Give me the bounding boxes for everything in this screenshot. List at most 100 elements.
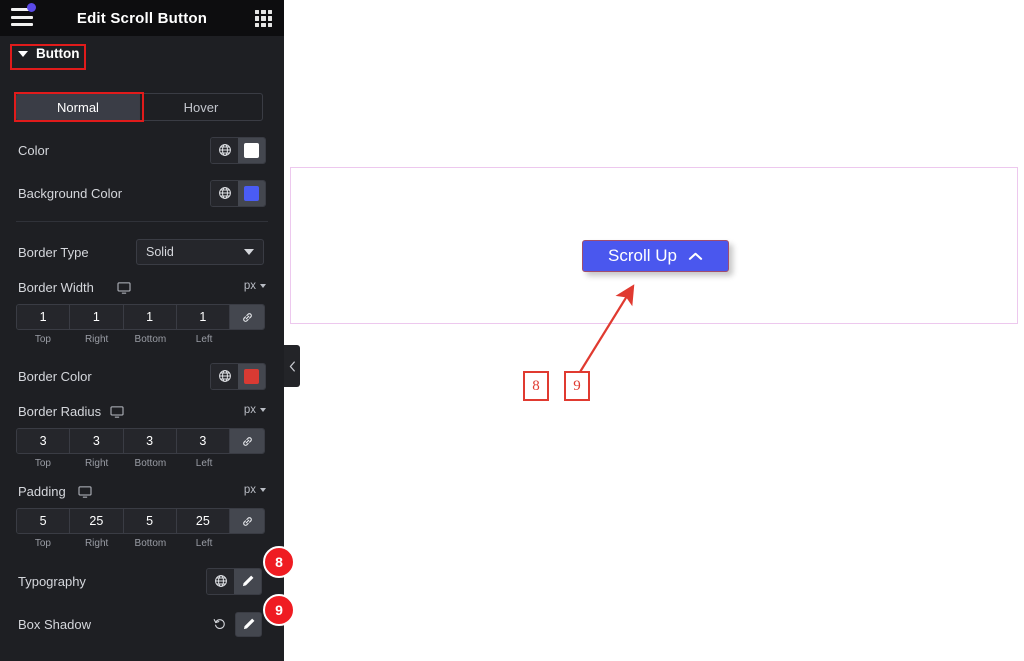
- annotation-badge: 8: [263, 546, 295, 578]
- section-toggle-button[interactable]: Button: [18, 46, 79, 61]
- control-row-background-color: Background Color: [0, 179, 284, 207]
- side-label-left: Left: [195, 538, 213, 549]
- editor-window: Edit Scroll Button Button Normal Hover C…: [0, 0, 1024, 661]
- border-radius-bottom-input[interactable]: 3: [123, 429, 177, 453]
- padding-header: Padding px: [0, 484, 284, 502]
- side-label-right: Right: [84, 458, 109, 469]
- chevron-down-icon: [18, 50, 28, 57]
- desktop-icon[interactable]: [117, 282, 131, 294]
- control-row-border-color: Border Color: [0, 362, 284, 390]
- color-swatch-button[interactable]: [238, 137, 265, 163]
- link-icon[interactable]: [230, 305, 264, 329]
- border-radius-inputs: 3 3 3 3: [16, 428, 265, 454]
- border-radius-header: Border Radius px: [0, 404, 284, 422]
- padding-label: Padding: [18, 484, 66, 499]
- reset-icon[interactable]: [213, 617, 227, 631]
- background-color-swatch-button[interactable]: [238, 180, 265, 206]
- tab-normal[interactable]: Normal: [17, 94, 139, 120]
- chevron-left-icon: [289, 360, 295, 372]
- border-width-unit-select[interactable]: px: [244, 280, 266, 292]
- side-label-left: Left: [195, 334, 213, 345]
- preview-canvas: Scroll Up: [284, 0, 1024, 661]
- chevron-down-icon: [260, 488, 266, 492]
- border-width-right-input[interactable]: 1: [70, 305, 124, 329]
- chevron-down-icon: [260, 408, 266, 412]
- side-label-left: Left: [195, 458, 213, 469]
- color-label: Color: [18, 143, 50, 158]
- chevron-down-icon: [244, 249, 254, 255]
- panel-collapse-handle[interactable]: [284, 345, 300, 387]
- border-radius-left-input[interactable]: 3: [176, 429, 230, 453]
- scroll-up-button-label: Scroll Up: [608, 246, 677, 265]
- border-color-swatch-button[interactable]: [238, 363, 265, 389]
- side-label-bottom: Bottom: [134, 538, 167, 549]
- background-color-label: Background Color: [18, 186, 123, 201]
- side-label-right: Right: [84, 334, 109, 345]
- globe-icon[interactable]: [211, 137, 238, 163]
- side-label-bottom: Bottom: [134, 458, 167, 469]
- border-color-control: [210, 362, 266, 390]
- border-width-header: Border Width px: [0, 280, 284, 298]
- border-radius-right-input[interactable]: 3: [70, 429, 124, 453]
- section-label: Button: [36, 46, 80, 61]
- padding-side-labels: Top Right Bottom Left: [16, 538, 265, 549]
- border-width-bottom-input[interactable]: 1: [123, 305, 177, 329]
- border-radius-unit-select[interactable]: px: [244, 404, 266, 416]
- padding-left-input[interactable]: 25: [176, 509, 230, 533]
- link-icon[interactable]: [230, 509, 264, 533]
- side-label-bottom: Bottom: [134, 334, 167, 345]
- border-type-value: Solid: [146, 245, 174, 259]
- typography-control: [206, 567, 262, 595]
- typography-edit-button[interactable]: [234, 568, 261, 594]
- border-width-left-input[interactable]: 1: [176, 305, 230, 329]
- border-width-side-labels: Top Right Bottom Left: [16, 334, 265, 345]
- border-type-select[interactable]: Solid: [136, 239, 264, 265]
- border-radius-side-labels: Top Right Bottom Left: [16, 458, 265, 469]
- background-color-swatch: [244, 185, 259, 201]
- divider: [16, 221, 268, 222]
- padding-unit-select[interactable]: px: [244, 484, 266, 496]
- globe-icon[interactable]: [211, 363, 238, 389]
- padding-top-input[interactable]: 5: [17, 509, 71, 533]
- control-row-typography: Typography: [0, 567, 284, 595]
- border-radius-top-input[interactable]: 3: [17, 429, 71, 453]
- link-icon[interactable]: [230, 429, 264, 453]
- section-header-row: Button: [0, 36, 284, 78]
- side-label-top: Top: [34, 538, 51, 549]
- annotation-number-box: 9: [564, 371, 590, 401]
- border-color-swatch: [244, 368, 259, 384]
- notification-dot-icon: [27, 3, 36, 12]
- chevron-down-icon: [260, 284, 266, 288]
- side-label-top: Top: [34, 458, 51, 469]
- desktop-icon[interactable]: [110, 406, 124, 418]
- side-label-right: Right: [84, 538, 109, 549]
- border-radius-unit: px: [243, 404, 256, 416]
- box-shadow-label: Box Shadow: [18, 617, 91, 632]
- border-radius-label: Border Radius: [18, 404, 102, 419]
- pencil-icon: [243, 618, 254, 630]
- border-color-label: Border Color: [18, 369, 92, 384]
- box-shadow-edit-button[interactable]: [235, 611, 262, 637]
- scroll-up-button[interactable]: Scroll Up: [582, 240, 729, 272]
- tab-hover[interactable]: Hover: [139, 94, 262, 120]
- control-row-box-shadow: Box Shadow: [0, 611, 284, 637]
- padding-bottom-input[interactable]: 5: [123, 509, 177, 533]
- pencil-icon: [242, 575, 253, 587]
- panel-header: Edit Scroll Button: [0, 0, 284, 36]
- apps-grid-icon[interactable]: [255, 10, 272, 27]
- annotation-badge: 9: [263, 594, 295, 626]
- padding-right-input[interactable]: 25: [70, 509, 124, 533]
- color-swatch: [244, 142, 259, 158]
- desktop-icon[interactable]: [78, 486, 92, 498]
- globe-icon[interactable]: [211, 180, 238, 206]
- border-width-top-input[interactable]: 1: [17, 305, 71, 329]
- padding-unit: px: [243, 484, 256, 496]
- background-color-control: [210, 179, 266, 207]
- section-frame: Scroll Up: [290, 167, 1018, 324]
- settings-panel: Edit Scroll Button Button Normal Hover C…: [0, 0, 284, 661]
- globe-icon[interactable]: [207, 568, 234, 594]
- chevron-up-icon: [688, 252, 703, 260]
